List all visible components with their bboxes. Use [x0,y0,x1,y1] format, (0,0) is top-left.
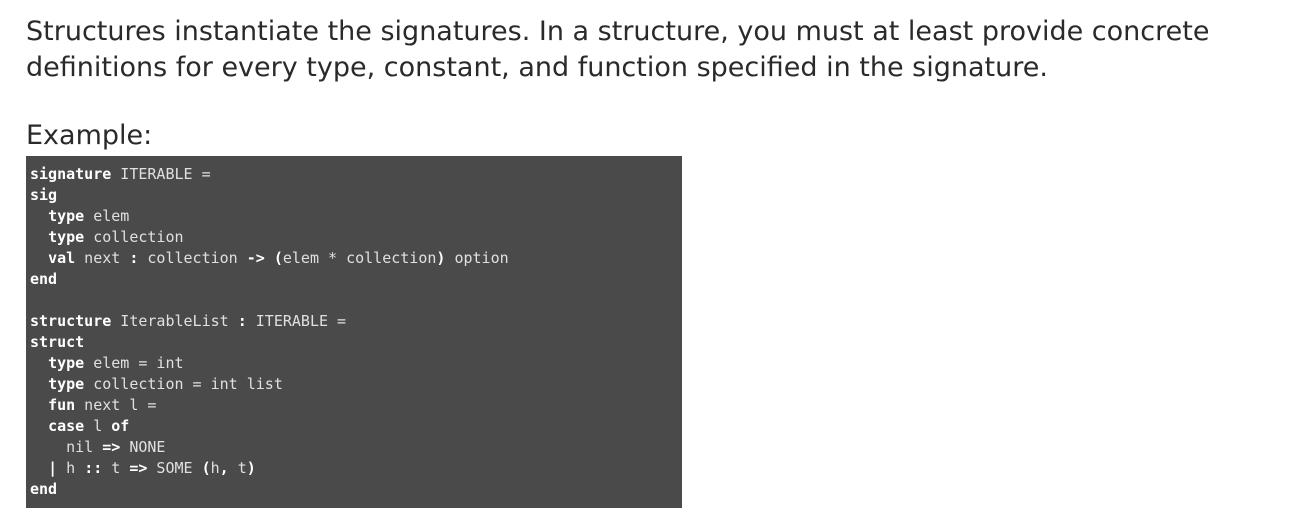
code-text: IterableList [111,312,238,330]
code-text: elem = int [84,354,184,372]
code-line: nil => NONE [30,437,682,458]
code-text: h [210,459,220,477]
code-line: fun next l = [30,395,682,416]
code-text: collection [84,228,184,246]
code-line: signature ITERABLE = [30,164,682,185]
code-line: type collection [30,227,682,248]
code-text: l [84,417,112,435]
code-text: next [75,249,130,267]
code-keyword: type [48,207,85,225]
code-line: | h :: t => SOME (h, t) [30,458,682,479]
code-keyword: type [48,228,85,246]
code-line: type elem = int [30,353,682,374]
code-keyword: structure [30,312,112,330]
code-text: next l = [75,396,157,414]
code-text: collection = int list [84,375,283,393]
code-text: option [445,249,509,267]
code-keyword: end [30,480,58,498]
code-keyword: of [111,417,130,435]
code-keyword: => [102,438,121,456]
code-line: val next : collection -> (elem * collect… [30,248,682,269]
code-line: structure IterableList : ITERABLE = [30,311,682,332]
code-keyword: case [48,417,85,435]
code-text: collection [138,249,247,267]
code-keyword: , [219,459,229,477]
code-text: NONE [120,438,166,456]
code-text: t [102,459,130,477]
code-line: end [30,269,682,290]
code-text: h [57,459,85,477]
code-text: ITERABLE = [246,312,347,330]
code-text: elem [84,207,130,225]
code-keyword: signature [30,165,112,183]
code-keyword: ( [201,459,211,477]
code-keyword: type [48,354,85,372]
code-line: type collection = int list [30,374,682,395]
code-keyword: : [237,312,247,330]
code-keyword: val [48,249,76,267]
code-text: t [228,459,247,477]
code-text: elem * collection [282,249,437,267]
code-keyword: => [129,459,148,477]
code-keyword: -> [246,249,265,267]
intro-paragraph: Structures instantiate the signatures. I… [26,16,1210,83]
example-heading: Example: [26,120,153,151]
code-keyword: sig [30,186,58,204]
code-text: ITERABLE = [111,165,211,183]
code-keyword: ( [273,249,283,267]
document-page: Structures instantiate the signatures. I… [26,14,1286,508]
code-line: struct [30,332,682,353]
code-keyword: struct [30,333,85,351]
code-line: case l of [30,416,682,437]
code-keyword: fun [48,396,76,414]
code-keyword: end [30,270,58,288]
code-keyword: type [48,375,85,393]
code-line: sig [30,185,682,206]
code-keyword: ) [246,459,256,477]
code-block: signature ITERABLE = sig type elem type c… [26,156,682,508]
code-text: SOME [147,459,202,477]
code-line: end [30,479,682,500]
code-line: type elem [30,206,682,227]
code-text: nil [30,438,103,456]
code-keyword: :: [84,459,103,477]
code-keyword: | [48,459,58,477]
